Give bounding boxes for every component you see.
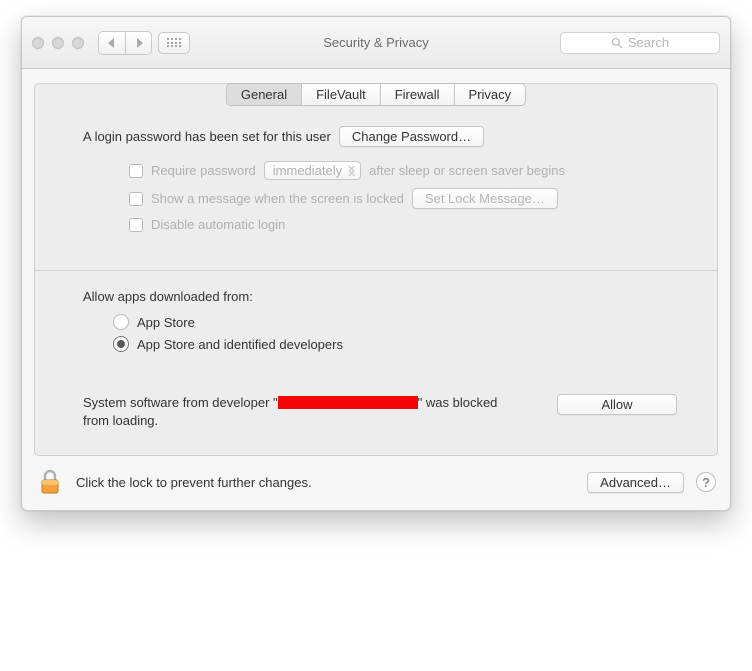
- redacted-developer-name: [278, 396, 418, 409]
- radio-identified-developers[interactable]: [113, 336, 129, 352]
- radio-app-store-label: App Store: [137, 315, 195, 330]
- blocked-software-text: System software from developer "" was bl…: [83, 394, 523, 429]
- help-button[interactable]: ?: [696, 472, 716, 492]
- forward-button[interactable]: [125, 32, 151, 54]
- nav-buttons: [98, 31, 152, 55]
- login-status-text: A login password has been set for this u…: [83, 129, 331, 144]
- tab-general[interactable]: General: [227, 84, 301, 105]
- minimize-window-icon[interactable]: [52, 37, 64, 49]
- tab-filevault[interactable]: FileVault: [301, 84, 380, 105]
- traffic-lights: [32, 37, 84, 49]
- show-message-label: Show a message when the screen is locked: [151, 191, 404, 206]
- require-password-label: Require password: [151, 163, 256, 178]
- search-field[interactable]: Search: [560, 32, 720, 54]
- main-panel: General FileVault Firewall Privacy A log…: [34, 83, 718, 456]
- show-all-prefs-button[interactable]: [158, 32, 190, 54]
- radio-identified-label: App Store and identified developers: [137, 337, 343, 352]
- login-section: A login password has been set for this u…: [35, 114, 717, 258]
- require-delay-select[interactable]: immediately: [264, 161, 361, 180]
- change-password-button[interactable]: Change Password…: [339, 126, 484, 147]
- disable-auto-login-checkbox[interactable]: [129, 218, 143, 232]
- tab-bar: General FileVault Firewall Privacy: [226, 83, 526, 106]
- footer: Click the lock to prevent further change…: [22, 456, 730, 510]
- tab-privacy[interactable]: Privacy: [454, 84, 526, 105]
- prefs-window: Security & Privacy Search General FileVa…: [21, 16, 731, 511]
- require-password-checkbox[interactable]: [129, 164, 143, 178]
- lock-text: Click the lock to prevent further change…: [76, 475, 312, 490]
- lock-icon[interactable]: [36, 468, 64, 496]
- search-placeholder: Search: [628, 35, 669, 50]
- download-section: Allow apps downloaded from: App Store Ap…: [35, 271, 717, 366]
- grid-icon: [167, 38, 181, 47]
- close-window-icon[interactable]: [32, 37, 44, 49]
- tab-firewall[interactable]: Firewall: [380, 84, 454, 105]
- allow-button[interactable]: Allow: [557, 394, 677, 415]
- back-button[interactable]: [99, 32, 125, 54]
- download-header: Allow apps downloaded from:: [83, 289, 677, 304]
- zoom-window-icon[interactable]: [72, 37, 84, 49]
- blocked-software-row: System software from developer "" was bl…: [35, 366, 717, 455]
- toolbar: Security & Privacy Search: [22, 17, 730, 69]
- show-message-checkbox[interactable]: [129, 192, 143, 206]
- set-lock-message-button[interactable]: Set Lock Message…: [412, 188, 558, 209]
- require-password-suffix: after sleep or screen saver begins: [369, 163, 565, 178]
- disable-auto-login-label: Disable automatic login: [151, 217, 285, 232]
- search-icon: [611, 37, 623, 49]
- advanced-button[interactable]: Advanced…: [587, 472, 684, 493]
- radio-app-store[interactable]: [113, 314, 129, 330]
